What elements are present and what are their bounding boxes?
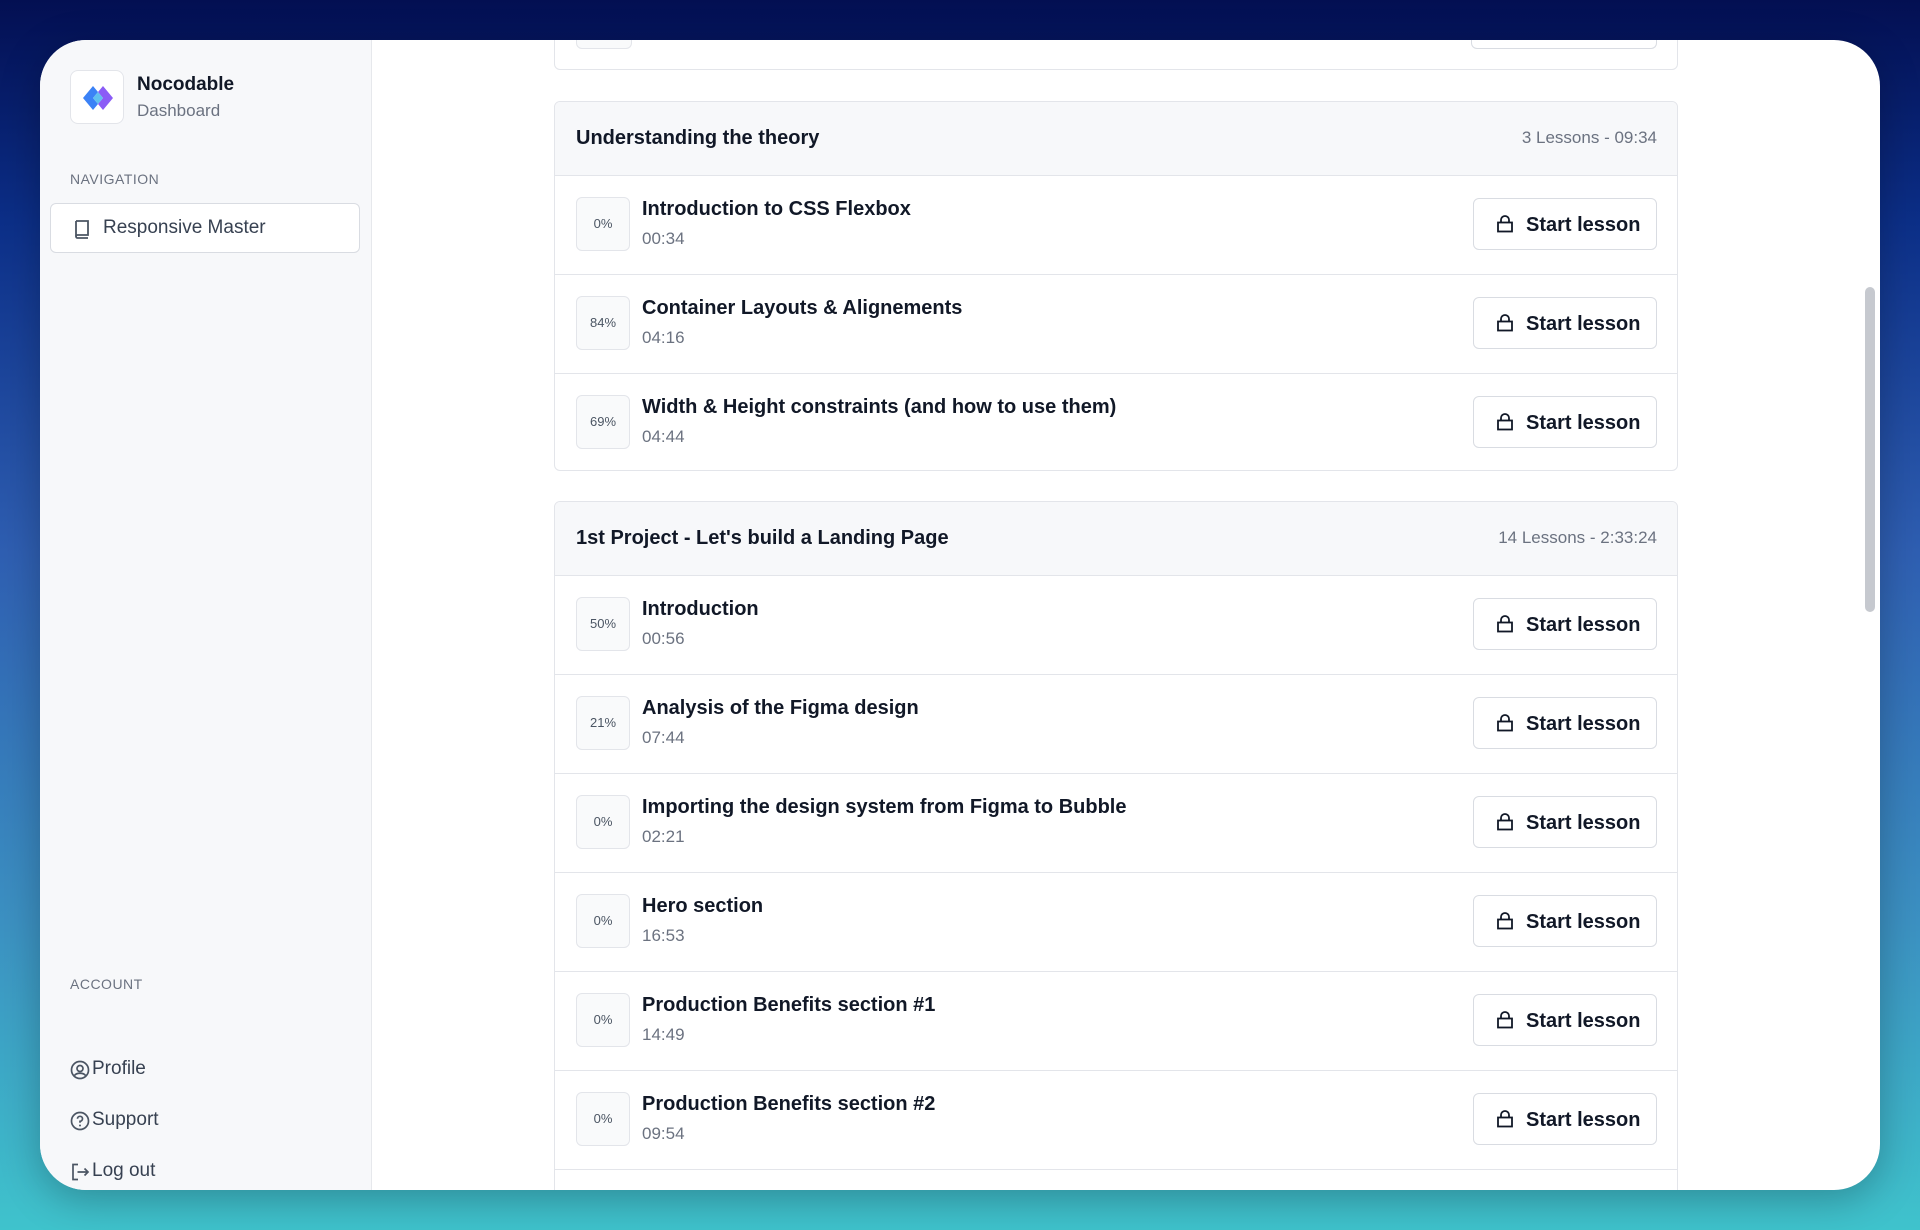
sidebar-item-responsive-master[interactable]: Responsive Master: [50, 203, 360, 253]
lesson-row: 21% Analysis of the Figma design 07:44 S…: [555, 675, 1677, 774]
section-meta: 3 Lessons - 09:34: [1521, 128, 1657, 147]
lock-icon: [1497, 912, 1513, 930]
start-lesson-label: Start lesson: [1526, 313, 1641, 335]
start-lesson-label: Start lesson: [1526, 412, 1641, 434]
lock-icon: [1497, 1011, 1513, 1029]
start-lesson-button[interactable]: Start lesson: [1473, 1093, 1657, 1145]
lesson-duration: 07:44: [642, 728, 685, 747]
sidebar-item-label: Profile: [92, 1058, 146, 1079]
lesson-duration: 09:54: [642, 1124, 685, 1143]
start-lesson-label: Start lesson: [1526, 911, 1641, 933]
lesson-row: 69% Width & Height constraints (and how …: [555, 374, 1677, 470]
start-lesson-button[interactable]: Start lesson: [1473, 297, 1657, 349]
progress-badge: 0%: [576, 795, 630, 849]
start-lesson-button[interactable]: [1471, 40, 1657, 49]
sidebar-item-label: Responsive Master: [103, 217, 266, 238]
progress-badge: 0%: [576, 1092, 630, 1146]
lesson-duration: 00:56: [642, 629, 685, 648]
progress-badge: 21%: [576, 696, 630, 750]
lesson-row: 84% Container Layouts & Alignements 04:1…: [555, 275, 1677, 374]
sidebar-item-label: Log out: [92, 1160, 156, 1181]
lesson-title: Production Benefits section #2: [642, 1093, 936, 1115]
start-lesson-button[interactable]: Start lesson: [1473, 198, 1657, 250]
sidebar-item-label: Support: [92, 1109, 159, 1130]
lock-icon: [1497, 314, 1513, 332]
start-lesson-label: Start lesson: [1526, 214, 1641, 236]
previous-section-card: [554, 40, 1678, 70]
account-label: ACCOUNT: [70, 976, 143, 992]
brand-name: Nocodable: [137, 74, 235, 95]
user-circle-icon: [70, 1060, 90, 1080]
start-lesson-label: Start lesson: [1526, 614, 1641, 636]
lesson-duration: 04:44: [642, 427, 685, 446]
progress-badge: [576, 40, 632, 49]
lesson-row: 0% Introduction to CSS Flexbox 00:34 Sta…: [555, 176, 1677, 275]
brand-logo[interactable]: [70, 70, 124, 124]
scrollbar-thumb[interactable]: [1865, 287, 1875, 612]
lesson-title: Introduction: [642, 598, 759, 620]
lesson-title: Width & Height constraints (and how to u…: [642, 396, 1117, 418]
start-lesson-label: Start lesson: [1526, 713, 1641, 735]
nocodable-logo-icon: [83, 86, 113, 110]
section-header: Understanding the theory 3 Lessons - 09:…: [555, 102, 1677, 176]
lesson-title: Container Layouts & Alignements: [642, 297, 963, 319]
progress-badge: 50%: [576, 597, 630, 651]
section-card-theory: Understanding the theory 3 Lessons - 09:…: [554, 101, 1678, 471]
logout-icon: [72, 1163, 90, 1181]
section-header: 1st Project - Let's build a Landing Page…: [555, 502, 1677, 576]
lesson-row: 50% Introduction 00:56 Start lesson: [555, 576, 1677, 675]
start-lesson-label: Start lesson: [1526, 812, 1641, 834]
book-icon: [75, 220, 89, 239]
sidebar: Nocodable Dashboard NAVIGATION Responsiv…: [40, 40, 372, 1190]
start-lesson-button[interactable]: Start lesson: [1473, 895, 1657, 947]
progress-badge: 0%: [576, 894, 630, 948]
start-lesson-label: Start lesson: [1526, 1109, 1641, 1131]
start-lesson-label: Start lesson: [1526, 1010, 1641, 1032]
lesson-title: Production Benefits section #1: [642, 994, 936, 1016]
lesson-duration: 16:53: [642, 926, 685, 945]
lesson-row: 0% Hero section 16:53 Start lesson: [555, 873, 1677, 972]
start-lesson-button[interactable]: Start lesson: [1473, 697, 1657, 749]
sidebar-item-support[interactable]: Support: [70, 1103, 340, 1139]
section-title: 1st Project - Let's build a Landing Page: [576, 527, 949, 549]
progress-badge: 0%: [576, 197, 630, 251]
section-card-landing-page: 1st Project - Let's build a Landing Page…: [554, 501, 1678, 1190]
lock-icon: [1497, 714, 1513, 732]
start-lesson-button[interactable]: Start lesson: [1473, 396, 1657, 448]
lesson-row: 0% Production Benefits section #2 09:54 …: [555, 1071, 1677, 1170]
progress-badge: 84%: [576, 296, 630, 350]
lesson-title: Hero section: [642, 895, 764, 917]
lesson-duration: 00:34: [642, 229, 685, 248]
lesson-duration: 02:21: [642, 827, 685, 846]
lesson-title: Analysis of the Figma design: [642, 697, 919, 719]
lesson-title: Introduction to CSS Flexbox: [642, 198, 911, 220]
lesson-row: 0% Importing the design system from Figm…: [555, 774, 1677, 873]
start-lesson-button[interactable]: Start lesson: [1473, 994, 1657, 1046]
lock-icon: [1497, 215, 1513, 233]
help-circle-icon: [70, 1111, 90, 1131]
start-lesson-button[interactable]: Start lesson: [1473, 598, 1657, 650]
section-title: Understanding the theory: [576, 127, 820, 149]
sidebar-item-logout[interactable]: Log out: [70, 1154, 340, 1190]
lock-icon: [1497, 615, 1513, 633]
lesson-row: 0% Production Benefits section #1 14:49 …: [555, 972, 1677, 1071]
app-window: Nocodable Dashboard NAVIGATION Responsiv…: [40, 40, 1880, 1190]
lock-icon: [1497, 813, 1513, 831]
lesson-duration: 14:49: [642, 1025, 685, 1044]
lock-icon: [1497, 413, 1513, 431]
lesson-duration: 04:16: [642, 328, 685, 347]
lesson-row-partial: [555, 1170, 1677, 1190]
sidebar-item-profile[interactable]: Profile: [70, 1052, 340, 1088]
start-lesson-button[interactable]: Start lesson: [1473, 796, 1657, 848]
lesson-title: Importing the design system from Figma t…: [642, 796, 1127, 818]
brand-subtitle: Dashboard: [137, 101, 221, 120]
progress-badge: 69%: [576, 395, 630, 449]
navigation-label: NAVIGATION: [70, 171, 160, 187]
progress-badge: 0%: [576, 993, 630, 1047]
section-meta: 14 Lessons - 2:33:24: [1498, 528, 1657, 547]
lock-icon: [1497, 1110, 1513, 1128]
